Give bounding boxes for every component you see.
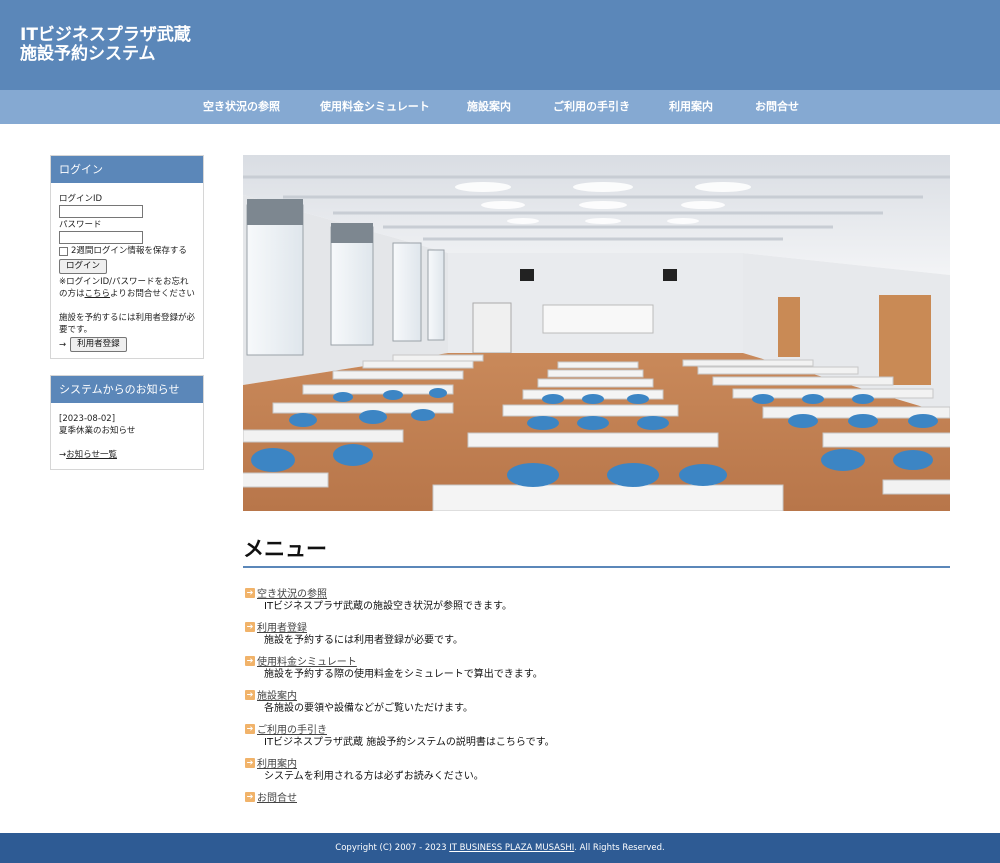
register-note: 施設を予約するには利用者登録が必要です。 xyxy=(59,313,196,335)
nav-item-guide[interactable]: ご利用の手引き xyxy=(553,90,630,124)
menu-link-facilities[interactable]: 施設案内 xyxy=(257,687,297,702)
notice-box-title: システムからのお知らせ xyxy=(51,376,203,403)
menu-heading: メニュー xyxy=(243,535,950,568)
notice-box: システムからのお知らせ [2023-08-02] 夏季休業のお知らせ →お知らせ… xyxy=(50,375,204,470)
login-id-input[interactable] xyxy=(59,205,143,218)
nav-item-availability[interactable]: 空き状況の参照 xyxy=(203,90,280,124)
menu-link-availability[interactable]: 空き状況の参照 xyxy=(257,585,327,600)
menu-desc: 施設を予約するには利用者登録が必要です。 xyxy=(264,635,463,646)
menu-item: ➔ 利用者登録 施設を予約するには利用者登録が必要です。 xyxy=(245,620,945,654)
menu-desc: ITビジネスプラザ武蔵 施設予約システムの説明書はこちらです。 xyxy=(264,737,555,748)
menu-desc: システムを利用される方は必ずお読みください。 xyxy=(264,771,484,782)
login-box-title: ログイン xyxy=(51,156,203,183)
menu-desc: ITビジネスプラザ武蔵の施設空き状況が参照できます。 xyxy=(264,601,513,612)
menu-item: ➔ 施設案内 各施設の要領や設備などがご覧いただけます。 xyxy=(245,688,945,722)
forgot-link[interactable]: こちら xyxy=(85,289,111,299)
arrow-right-icon: ➔ xyxy=(245,689,255,700)
arrow-right-icon: ➔ xyxy=(245,757,255,768)
forgot-note-suffix: よりお問合せください xyxy=(110,289,195,299)
nav-item-contact[interactable]: お問合せ xyxy=(755,90,799,124)
site-footer: Copyright (C) 2007 - 2023 IT BUSINESS PL… xyxy=(0,833,1000,863)
register-arrow: → xyxy=(59,339,67,350)
menu-desc: 各施設の要領や設備などがご覧いただけます。 xyxy=(264,703,473,714)
site-header: ITビジネスプラザ武蔵 施設予約システム xyxy=(0,0,1000,90)
footer-suffix: . All Rights Reserved. xyxy=(574,843,665,853)
menu-link-contact[interactable]: お問合せ xyxy=(257,789,297,804)
notice-list-link[interactable]: お知らせ一覧 xyxy=(66,450,117,460)
arrow-right-icon: ➔ xyxy=(245,723,255,734)
arrow-right-icon: ➔ xyxy=(245,655,255,666)
site-title-line2: 施設予約システム xyxy=(20,44,156,64)
login-id-label: ログインID xyxy=(59,194,103,204)
menu-link-usage-info[interactable]: 利用案内 xyxy=(257,755,297,770)
menu-item: ➔ 空き状況の参照 ITビジネスプラザ武蔵の施設空き状況が参照できます。 xyxy=(245,586,945,620)
password-input[interactable] xyxy=(59,231,143,244)
arrow-right-icon: ➔ xyxy=(245,587,255,598)
footer-prefix: Copyright (C) 2007 - 2023 xyxy=(335,843,450,853)
nav-item-usage-info[interactable]: 利用案内 xyxy=(669,90,713,124)
site-title[interactable]: ITビジネスプラザ武蔵 施設予約システム xyxy=(20,26,191,64)
hero-image xyxy=(243,155,950,511)
notice-date: [2023-08-02] xyxy=(59,414,116,424)
arrow-right-icon: ➔ xyxy=(245,621,255,632)
login-box: ログイン ログインID パスワード 2週間ログイン情報を保存する ログイン ※ロ… xyxy=(50,155,204,359)
menu-item: ➔ お問合せ xyxy=(245,790,945,824)
menu-item: ➔ ご利用の手引き ITビジネスプラザ武蔵 施設予約システムの説明書はこちらです… xyxy=(245,722,945,756)
notice-list: →お知らせ一覧 xyxy=(59,449,195,461)
remember-checkbox[interactable] xyxy=(59,246,68,256)
login-button[interactable]: ログイン xyxy=(59,259,108,274)
nav-item-fee-simulation[interactable]: 使用料金シミュレート xyxy=(320,90,430,124)
footer-link[interactable]: IT BUSINESS PLAZA MUSASHI xyxy=(449,843,574,853)
menu-link-guide[interactable]: ご利用の手引き xyxy=(257,721,327,736)
menu-desc: 施設を予約する際の使用料金をシミュレートで算出できます。 xyxy=(264,669,543,680)
menu-link-fee-simulation[interactable]: 使用料金シミュレート xyxy=(257,653,357,668)
nav-item-facilities[interactable]: 施設案内 xyxy=(467,90,511,124)
menu-link-registration[interactable]: 利用者登録 xyxy=(257,619,307,634)
menu-item: ➔ 使用料金シミュレート 施設を予約する際の使用料金をシミュレートで算出できます… xyxy=(245,654,945,688)
notice-item-link[interactable]: 夏季休業のお知らせ xyxy=(59,425,195,437)
menu-item: ➔ 利用案内 システムを利用される方は必ずお読みください。 xyxy=(245,756,945,790)
menu-list: ➔ 空き状況の参照 ITビジネスプラザ武蔵の施設空き状況が参照できます。 ➔ 利… xyxy=(245,586,945,824)
forgot-note: ※ログインID/パスワードをお忘れの方はこちらよりお問合せください xyxy=(59,276,195,300)
site-title-line1: ITビジネスプラザ武蔵 xyxy=(20,25,191,45)
register-button[interactable]: 利用者登録 xyxy=(70,337,127,352)
remember-label: 2週間ログイン情報を保存する xyxy=(71,246,187,256)
arrow-right-icon: ➔ xyxy=(245,791,255,802)
password-label: パスワード xyxy=(59,220,102,230)
global-nav: 空き状況の参照 使用料金シミュレート 施設案内 ご利用の手引き 利用案内 お問合… xyxy=(0,90,1000,124)
